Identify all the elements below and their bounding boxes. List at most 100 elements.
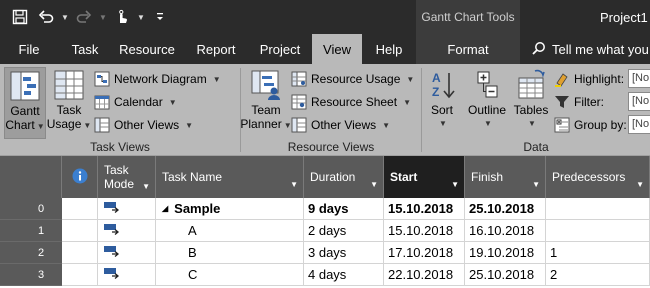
indicator-cell[interactable] <box>62 242 98 264</box>
outline-button[interactable]: Outline ▼ <box>464 67 510 139</box>
duration-filter-icon[interactable]: ▼ <box>370 180 378 189</box>
task-name-cell[interactable]: B <box>156 242 304 264</box>
task-name-cell[interactable]: A <box>156 220 304 242</box>
tables-button[interactable]: Tables ▼ <box>512 67 550 139</box>
auto-scheduled-mode-icon <box>102 222 122 239</box>
task-mode-column-header[interactable]: Task Mode ▼ <box>98 156 156 198</box>
task-other-views-label: Other Views <box>114 118 180 132</box>
task-mode-cell[interactable] <box>98 220 156 242</box>
highlight-select[interactable]: [No <box>628 69 650 88</box>
task-mode-header-line1: Task <box>104 163 129 177</box>
outline-label: Outline <box>467 103 507 117</box>
network-diagram-button[interactable]: Network Diagram ▼ <box>94 69 221 89</box>
task-mode-filter-icon[interactable]: ▼ <box>142 180 150 194</box>
predecessors-filter-icon[interactable]: ▼ <box>636 180 644 189</box>
row-id[interactable]: 2 <box>0 242 62 264</box>
predecessors-cell[interactable] <box>546 220 650 242</box>
tab-task[interactable]: Task <box>62 34 108 64</box>
data-group: AZ Sort ▼ Outline ▼ Tables ▼ Highlight: … <box>422 64 650 156</box>
highlight-button[interactable]: Highlight: <box>554 69 624 89</box>
resource-usage-button[interactable]: Resource Usage ▼ <box>291 69 414 89</box>
indicator-cell[interactable] <box>62 198 98 220</box>
select-all-corner[interactable] <box>0 156 62 198</box>
outline-dropdown-icon: ▼ <box>484 119 492 128</box>
resource-other-views-button[interactable]: Other Views ▼ <box>291 115 390 135</box>
auto-scheduled-mode-icon <box>102 266 122 283</box>
duration-cell[interactable]: 9 days <box>304 198 384 220</box>
task-mode-cell[interactable] <box>98 198 156 220</box>
finish-cell[interactable]: 16.10.2018 <box>465 220 546 242</box>
tab-file[interactable]: File <box>6 34 52 64</box>
start-cell[interactable]: 17.10.2018 <box>384 242 465 264</box>
tab-help[interactable]: Help <box>366 34 412 64</box>
predecessors-cell[interactable]: 1 <box>546 242 650 264</box>
team-planner-button[interactable]: Team Planner ▼ <box>240 67 292 139</box>
calendar-button[interactable]: Calendar ▼ <box>94 92 177 112</box>
task-mode-cell[interactable] <box>98 264 156 286</box>
row-id[interactable]: 3 <box>0 264 62 286</box>
duration-cell[interactable]: 4 days <box>304 264 384 286</box>
task-usage-label-1: Task <box>56 103 82 117</box>
gantt-chart-label-2: Chart ▼ <box>5 118 45 132</box>
save-icon[interactable] <box>8 6 32 28</box>
start-cell[interactable]: 15.10.2018 <box>384 220 465 242</box>
row-id[interactable]: 1 <box>0 220 62 242</box>
tab-project[interactable]: Project <box>252 34 308 64</box>
gantt-chart-label-1: Gantt <box>10 104 40 118</box>
resource-views-group-label: Resource Views <box>287 140 375 154</box>
undo-icon[interactable] <box>34 6 58 28</box>
finish-column-header[interactable]: Finish ▼ <box>465 156 546 198</box>
task-mode-header-line2: Mode <box>104 177 135 191</box>
finish-filter-icon[interactable]: ▼ <box>532 180 540 189</box>
customize-qat-icon[interactable] <box>148 6 172 28</box>
task-usage-icon <box>53 69 85 101</box>
tab-report[interactable]: Report <box>188 34 244 64</box>
team-planner-icon <box>250 69 282 101</box>
indicators-column-header[interactable] <box>62 156 98 198</box>
filter-select[interactable]: [No <box>628 92 650 111</box>
task-name-cell[interactable]: C <box>156 264 304 286</box>
duration-cell[interactable]: 3 days <box>304 242 384 264</box>
task-name-filter-icon[interactable]: ▼ <box>290 180 298 189</box>
task-name-column-header[interactable]: Task Name ▼ <box>156 156 304 198</box>
tab-format[interactable]: Format <box>416 34 520 64</box>
task-name-cell[interactable]: ◢ Sample <box>156 198 304 220</box>
tab-view[interactable]: View <box>312 34 362 64</box>
resource-usage-icon <box>291 71 307 87</box>
tell-me-text: Tell me what you <box>552 41 649 57</box>
sort-dropdown-icon: ▼ <box>439 119 447 128</box>
indicator-cell[interactable] <box>62 264 98 286</box>
gantt-chart-button[interactable]: Gantt Chart ▼ <box>4 67 46 139</box>
start-cell[interactable]: 22.10.2018 <box>384 264 465 286</box>
collapse-triangle-icon[interactable]: ◢ <box>162 204 168 213</box>
sort-button[interactable]: AZ Sort ▼ <box>424 67 460 139</box>
group-by-select[interactable]: [No <box>628 115 650 134</box>
resource-sheet-button[interactable]: Resource Sheet ▼ <box>291 92 411 112</box>
indicator-cell[interactable] <box>62 220 98 242</box>
task-mode-cell[interactable] <box>98 242 156 264</box>
finish-cell[interactable]: 25.10.2018 <box>465 264 546 286</box>
predecessors-cell[interactable]: 2 <box>546 264 650 286</box>
resource-usage-label: Resource Usage <box>311 72 401 86</box>
start-column-header[interactable]: Start ▼ <box>384 156 465 198</box>
task-usage-button[interactable]: Task Usage ▼ <box>47 67 91 139</box>
start-cell[interactable]: 15.10.2018 <box>384 198 465 220</box>
tab-resource[interactable]: Resource <box>114 34 180 64</box>
resource-other-views-label: Other Views <box>311 118 377 132</box>
undo-dropdown-icon[interactable]: ▼ <box>60 6 70 28</box>
task-other-views-button[interactable]: Other Views ▼ <box>94 115 193 135</box>
finish-cell[interactable]: 19.10.2018 <box>465 242 546 264</box>
duration-cell[interactable]: 2 days <box>304 220 384 242</box>
tables-label: Tables <box>513 103 549 117</box>
touch-mode-icon[interactable] <box>110 6 134 28</box>
group-by-button[interactable]: Group by: <box>554 115 627 135</box>
predecessors-cell[interactable] <box>546 198 650 220</box>
predecessors-column-header[interactable]: Predecessors ▼ <box>546 156 650 198</box>
start-filter-icon[interactable]: ▼ <box>451 180 459 189</box>
row-id[interactable]: 0 <box>0 198 62 220</box>
filter-button[interactable]: Filter: <box>554 92 604 112</box>
tell-me-box[interactable]: Tell me what you <box>532 34 649 64</box>
duration-column-header[interactable]: Duration ▼ <box>304 156 384 198</box>
touch-mode-dropdown-icon[interactable]: ▼ <box>136 6 146 28</box>
finish-cell[interactable]: 25.10.2018 <box>465 198 546 220</box>
